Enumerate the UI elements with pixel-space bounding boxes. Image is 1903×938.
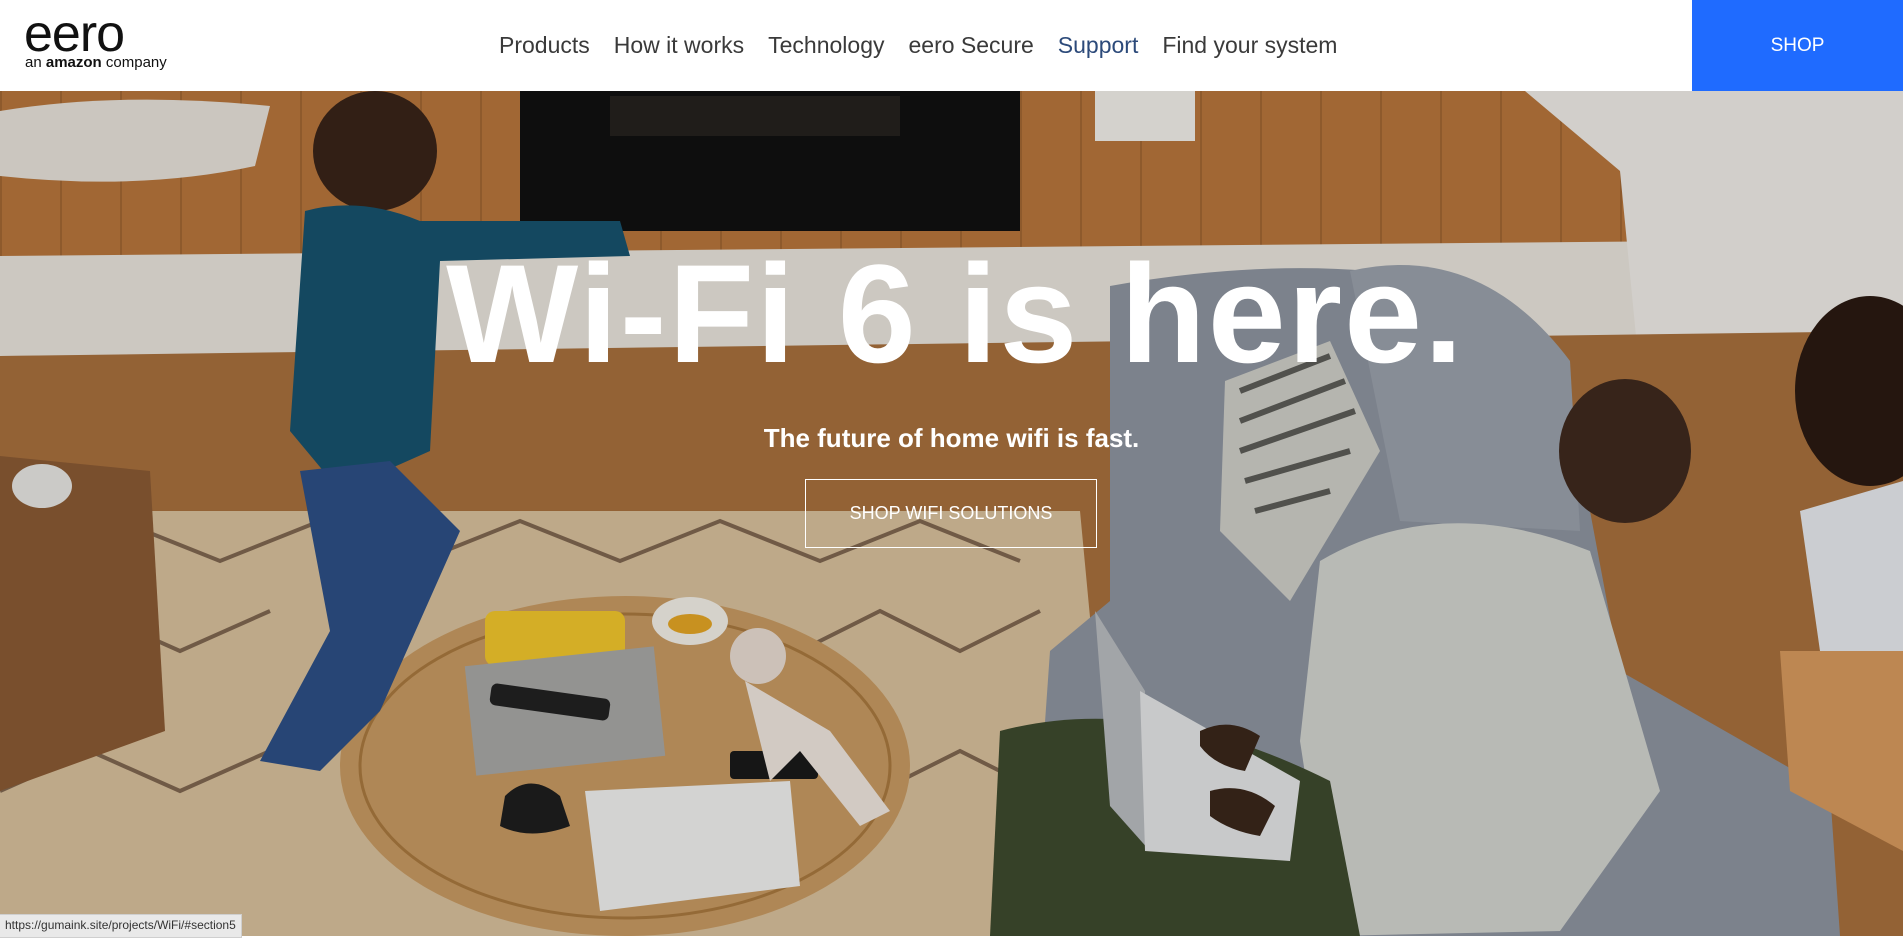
hero-section: Wi-Fi 6 is here. The future of home wifi… [0, 91, 1903, 936]
nav-eero-secure[interactable]: eero Secure [896, 28, 1045, 62]
hero-title: Wi-Fi 6 is here. [446, 235, 1465, 392]
main-nav: Products How it works Technology eero Se… [487, 28, 1349, 62]
nav-how-it-works[interactable]: How it works [602, 28, 756, 62]
eero-logo[interactable]: eero an amazon company [24, 6, 167, 76]
amazon-wordmark: amazon [45, 54, 102, 71]
shop-wifi-solutions-button[interactable]: SHOP WIFI SOLUTIONS [805, 479, 1097, 548]
logo-tagline-prefix: an [25, 54, 46, 71]
nav-support[interactable]: Support [1046, 28, 1151, 62]
nav-find-your-system[interactable]: Find your system [1150, 28, 1349, 62]
logo-tagline-suffix: company [101, 54, 167, 71]
hero-subtitle: The future of home wifi is fast. [763, 423, 1140, 453]
hero-headline: Wi-Fi 6 is here. [0, 239, 1903, 389]
shop-button[interactable]: SHOP [1692, 0, 1903, 91]
logo-tagline: an amazon company [25, 54, 167, 71]
nav-products[interactable]: Products [487, 28, 602, 62]
site-header: eero an amazon company Products How it w… [0, 0, 1903, 91]
nav-technology[interactable]: Technology [756, 28, 896, 62]
browser-status-url: https://gumaink.site/projects/WiFi/#sect… [0, 914, 242, 938]
